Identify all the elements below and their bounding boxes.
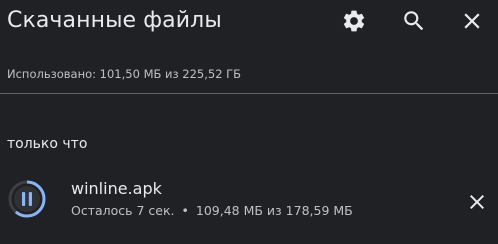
cancel-download-button[interactable] <box>463 188 491 216</box>
search-icon <box>404 11 424 31</box>
close-button[interactable] <box>457 6 487 36</box>
settings-button[interactable] <box>339 6 369 36</box>
divider <box>0 93 498 94</box>
gear-icon <box>343 10 365 32</box>
time-remaining: Осталось 7 сек. <box>71 203 175 218</box>
storage-usage-text: Использовано: 101,50 МБ из 225,52 ГБ <box>7 67 242 81</box>
search-button[interactable] <box>399 6 429 36</box>
download-item[interactable]: winline.apk Осталось 7 сек. • 109,48 МБ из… <box>0 172 498 232</box>
separator-dot: • <box>181 203 189 218</box>
pause-button-background <box>14 186 40 212</box>
size-progress: 109,48 МБ из 178,59 МБ <box>195 203 353 218</box>
close-icon <box>464 13 480 29</box>
pause-download-button[interactable] <box>6 178 48 220</box>
download-status: Осталось 7 сек. • 109,48 МБ из 178,59 МБ <box>71 202 353 220</box>
close-icon <box>470 195 484 209</box>
section-header-just-now: только что <box>7 136 88 152</box>
file-name: winline.apk <box>71 179 162 198</box>
downloads-screen: Скачанные файлы Использовано: 101,50 МБ … <box>0 0 498 244</box>
page-title: Скачанные файлы <box>7 8 222 33</box>
